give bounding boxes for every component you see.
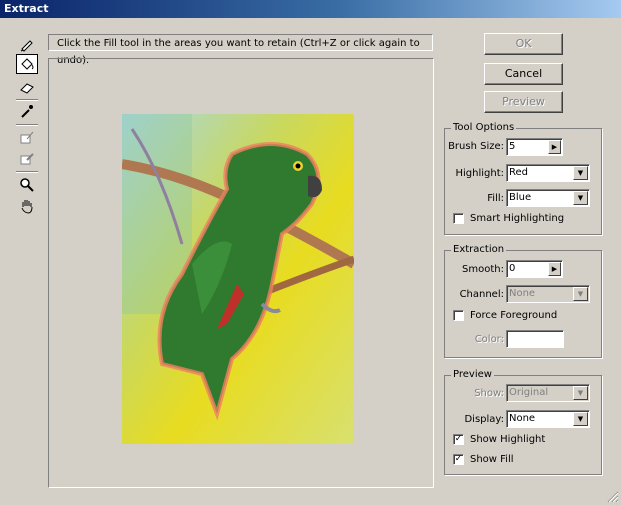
show-label: Show:	[474, 388, 504, 399]
chevron-down-icon[interactable]: ▼	[573, 412, 588, 426]
tool-separator	[16, 124, 38, 126]
force-foreground-label: Force Foreground	[470, 310, 558, 321]
show-fill-checkbox[interactable]: ✓	[453, 454, 464, 465]
tool-separator	[16, 171, 38, 173]
instruction-text: Click the Fill tool in the areas you wan…	[48, 34, 433, 66]
brush-size-label: Brush Size:	[448, 141, 504, 152]
group-title: Extraction	[451, 244, 507, 255]
smooth-input[interactable]: 0 ▶	[506, 260, 563, 278]
title-bar: Extract	[0, 0, 621, 18]
edge-touchup-icon[interactable]	[16, 148, 38, 168]
show-fill-label: Show Fill	[470, 454, 514, 465]
smooth-label: Smooth:	[462, 264, 504, 275]
chevron-down-icon[interactable]: ▼	[573, 166, 588, 180]
edge-highlighter-icon[interactable]	[16, 34, 38, 54]
triangle-right-icon[interactable]: ▶	[548, 140, 561, 154]
smart-highlighting-label: Smart Highlighting	[470, 213, 565, 224]
fill-select[interactable]: Blue ▼	[506, 189, 590, 207]
display-select[interactable]: None ▼	[506, 410, 590, 428]
preview-button[interactable]: Preview	[484, 91, 563, 113]
brush-size-input[interactable]: 5 ▶	[506, 138, 563, 156]
parrot-photo[interactable]	[122, 114, 354, 444]
display-label: Display:	[464, 414, 504, 425]
show-select[interactable]: Original ▼	[506, 384, 590, 402]
highlight-label: Highlight:	[455, 168, 504, 179]
window-title: Extract	[4, 2, 49, 15]
cleanup-tool-icon[interactable]	[16, 127, 38, 147]
force-foreground-checkbox[interactable]	[453, 310, 464, 321]
show-highlight-label: Show Highlight	[470, 434, 546, 445]
color-label: Color:	[474, 334, 504, 345]
group-title: Preview	[451, 369, 494, 380]
group-title: Tool Options	[451, 122, 517, 133]
fill-icon[interactable]	[16, 54, 38, 74]
ok-button[interactable]: OK	[484, 33, 563, 55]
chevron-down-icon[interactable]: ▼	[573, 191, 588, 205]
triangle-right-icon[interactable]: ▶	[548, 262, 561, 276]
smart-highlighting-checkbox[interactable]	[453, 213, 464, 224]
color-swatch[interactable]	[506, 330, 564, 348]
fill-label: Fill:	[487, 193, 504, 204]
zoom-icon[interactable]	[16, 175, 38, 195]
resize-grip-icon[interactable]	[607, 491, 619, 503]
eraser-icon[interactable]	[16, 77, 38, 97]
eyedropper-icon[interactable]	[16, 101, 38, 121]
chevron-down-icon[interactable]: ▼	[573, 386, 588, 400]
cancel-button[interactable]: Cancel	[484, 63, 563, 85]
channel-select[interactable]: None ▼	[506, 285, 590, 303]
show-highlight-checkbox[interactable]: ✓	[453, 434, 464, 445]
highlight-select[interactable]: Red ▼	[506, 164, 590, 182]
channel-label: Channel:	[459, 289, 504, 300]
hand-icon[interactable]	[16, 196, 38, 216]
chevron-down-icon[interactable]: ▼	[573, 287, 588, 301]
